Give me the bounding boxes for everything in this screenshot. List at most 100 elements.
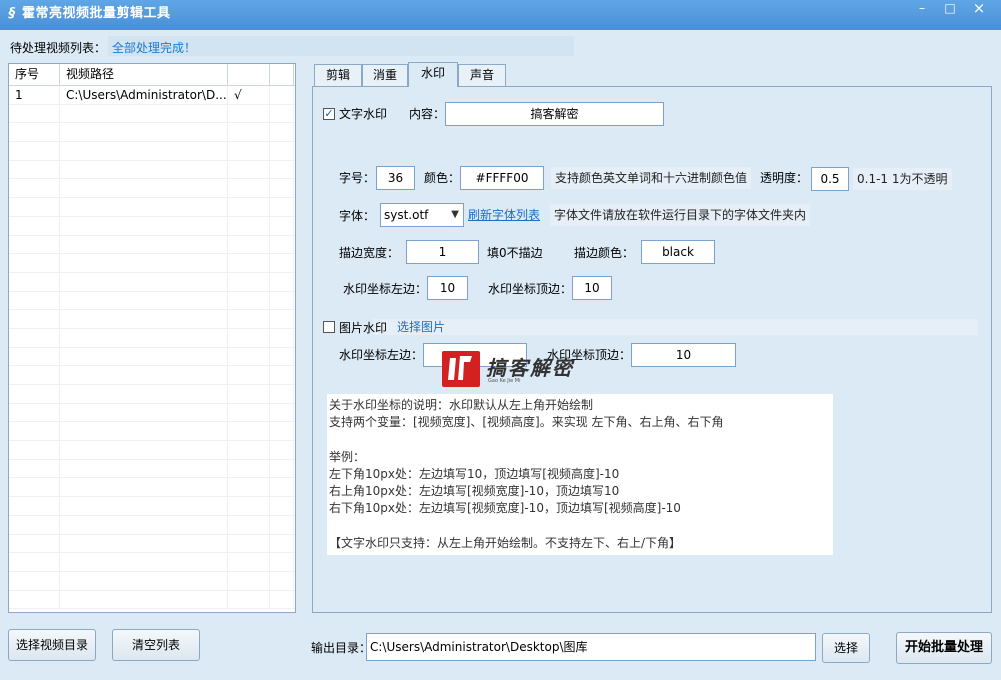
empty-list-row	[9, 385, 295, 404]
empty-cell	[60, 347, 228, 366]
empty-list-row	[9, 216, 295, 236]
text-left-coord-input[interactable]: 10	[427, 276, 468, 300]
empty-list-row	[9, 142, 295, 161]
empty-list-row	[9, 328, 295, 348]
empty-cell	[60, 310, 228, 328]
note-line	[329, 517, 831, 534]
empty-cell	[9, 347, 60, 366]
empty-list-row	[9, 459, 295, 479]
refresh-fonts-link[interactable]: 刷新字体列表	[468, 203, 540, 227]
empty-cell	[9, 272, 60, 291]
start-batch-button[interactable]: 开始批量处理	[896, 632, 992, 664]
empty-cell	[228, 291, 270, 310]
empty-cell	[60, 497, 228, 515]
output-dir-label: 输出目录：	[311, 641, 372, 655]
empty-cell	[9, 179, 60, 198]
empty-cell	[228, 104, 270, 123]
note-line: 右下角10px处：左边填写[视频宽度]-10，顶边填写[视频高度]-10	[329, 501, 681, 516]
text-watermark-label: 文字水印	[339, 107, 388, 121]
empty-cell	[9, 515, 60, 534]
empty-cell	[9, 198, 60, 216]
empty-cell	[9, 235, 60, 254]
maximize-button[interactable]: □	[937, 0, 963, 18]
stroke-color-input[interactable]: black	[641, 240, 715, 264]
select-video-dir-button[interactable]: 选择视频目录	[8, 629, 96, 661]
content-input[interactable]: 搞客解密	[445, 102, 664, 126]
note-line	[329, 431, 831, 448]
col-header-status[interactable]	[228, 64, 270, 85]
output-dir-input[interactable]: C:\Users\Administrator\Desktop\图库	[366, 633, 816, 661]
empty-cell	[60, 571, 228, 590]
stroke-width-input[interactable]: 1	[406, 240, 479, 264]
empty-list-row	[9, 422, 295, 442]
empty-cell	[270, 160, 294, 179]
empty-cell	[60, 254, 228, 272]
empty-cell	[228, 179, 270, 198]
choose-output-button[interactable]: 选择	[822, 633, 870, 663]
empty-cell	[60, 198, 228, 216]
tab-edit[interactable]: 剪辑	[314, 64, 362, 86]
empty-cell	[9, 553, 60, 571]
note-line: 关于水印坐标的说明：水印默认从左上角开始绘制	[329, 398, 594, 412]
image-top-coord-input[interactable]: 10	[631, 343, 736, 367]
clear-list-button[interactable]: 清空列表	[112, 629, 200, 661]
empty-cell	[60, 459, 228, 478]
font-select[interactable]: syst.otf ▼	[380, 203, 464, 227]
video-list[interactable]: 序号 视频路径 1 C:\Users\Administrator\D... √	[8, 63, 296, 613]
empty-cell	[60, 366, 228, 384]
empty-cell	[228, 347, 270, 366]
empty-cell	[60, 328, 228, 347]
col-header-extra[interactable]	[270, 64, 294, 85]
empty-cell	[9, 310, 60, 328]
image-watermark-checkbox[interactable]	[323, 321, 335, 333]
empty-cell	[228, 216, 270, 235]
empty-cell	[270, 347, 294, 366]
empty-list-row	[9, 534, 295, 554]
col-header-index[interactable]: 序号	[9, 64, 60, 85]
empty-cell	[9, 104, 60, 123]
content-label: 内容：	[409, 107, 446, 121]
empty-cell	[9, 459, 60, 478]
empty-list-row	[9, 160, 295, 180]
close-button[interactable]: ×	[966, 0, 992, 18]
empty-cell	[60, 590, 228, 609]
row-path: C:\Users\Administrator\D...	[60, 86, 228, 104]
empty-cell	[270, 179, 294, 198]
text-top-coord-input[interactable]: 10	[572, 276, 612, 300]
opacity-input[interactable]: 0.5	[811, 167, 849, 191]
empty-cell	[228, 254, 270, 272]
empty-cell	[60, 553, 228, 571]
empty-cell	[9, 216, 60, 235]
empty-cell	[9, 254, 60, 272]
empty-cell	[228, 478, 270, 497]
empty-cell	[270, 497, 294, 515]
stroke-color-label: 描边颜色：	[574, 246, 635, 260]
tab-watermark[interactable]: 水印	[408, 62, 458, 87]
empty-cell	[270, 216, 294, 235]
empty-cell	[228, 459, 270, 478]
empty-cell	[228, 553, 270, 571]
empty-cell	[228, 160, 270, 179]
empty-cell	[9, 291, 60, 310]
empty-cell	[9, 366, 60, 384]
table-row[interactable]: 1 C:\Users\Administrator\D... √	[9, 86, 295, 105]
coordinate-notes: 关于水印坐标的说明：水印默认从左上角开始绘制 支持两个变量：[视频宽度]、[视频…	[327, 394, 833, 555]
color-input[interactable]: #FFFF00	[460, 166, 544, 190]
empty-cell	[270, 403, 294, 422]
empty-cell	[270, 459, 294, 478]
text-watermark-checkbox[interactable]: ✓	[323, 108, 335, 120]
empty-cell	[60, 179, 228, 198]
empty-cell	[228, 497, 270, 515]
tab-audio[interactable]: 声音	[458, 64, 506, 86]
empty-cell	[60, 403, 228, 422]
font-size-input[interactable]: 36	[376, 166, 415, 190]
empty-cell	[60, 272, 228, 291]
select-image-link[interactable]: 选择图片	[397, 315, 445, 339]
tab-dedupe[interactable]: 消重	[362, 64, 408, 86]
empty-cell	[60, 142, 228, 160]
minimize-button[interactable]: –	[909, 0, 935, 18]
empty-cell	[9, 160, 60, 179]
col-header-path[interactable]: 视频路径	[60, 64, 228, 85]
note-line: 左下角10px处：左边填写10，顶边填写[视频高度]-10	[329, 466, 620, 481]
empty-cell	[270, 272, 294, 291]
